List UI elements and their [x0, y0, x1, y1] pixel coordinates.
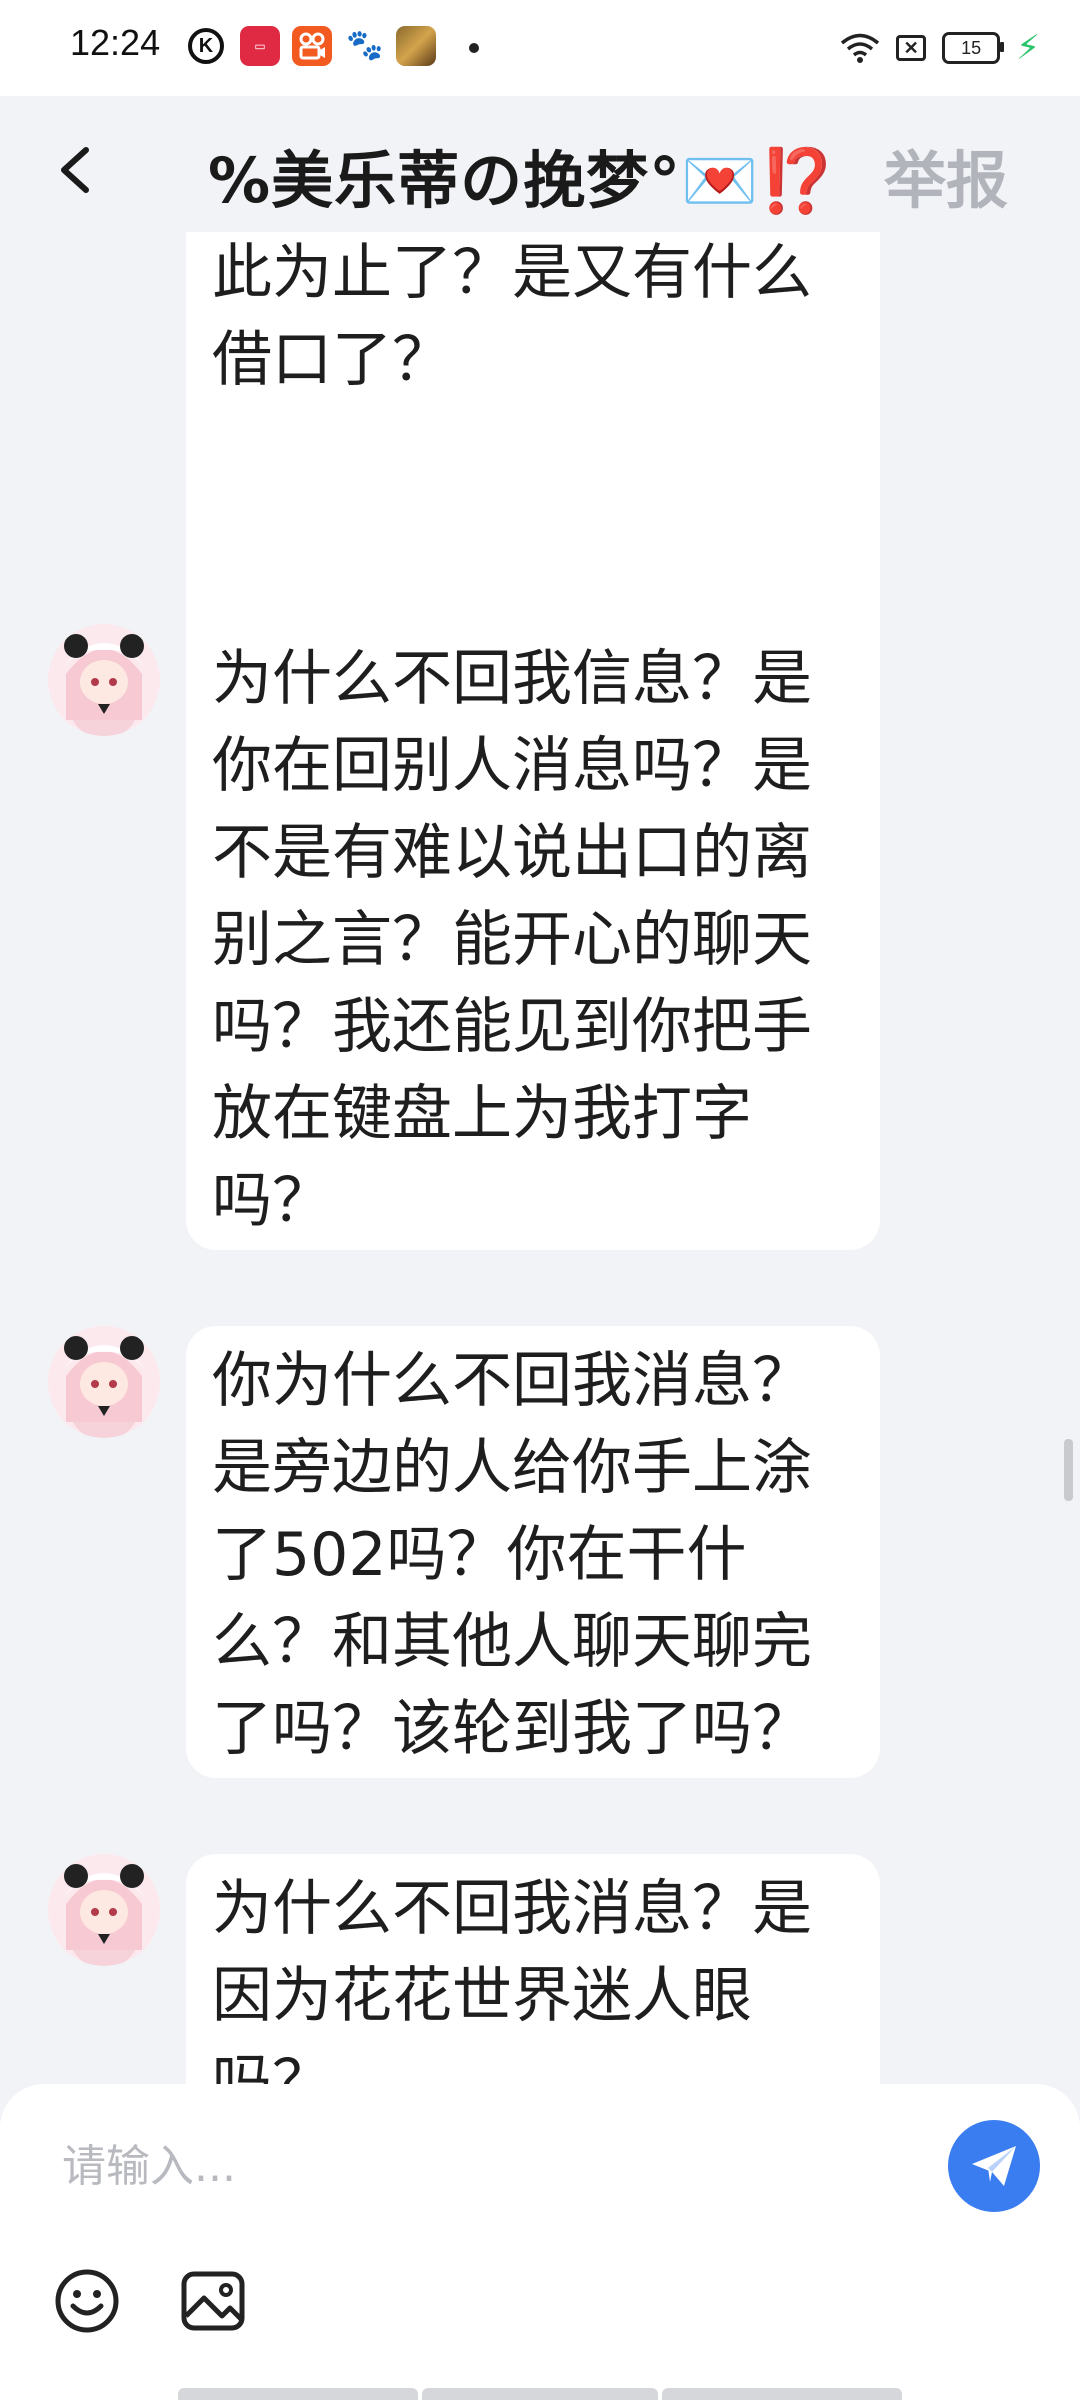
battery-icon: 15: [942, 32, 1005, 64]
message-input[interactable]: [62, 2136, 862, 2196]
chat-title: %美乐蒂の挽梦°💌⁉️: [208, 144, 838, 217]
sender-avatar[interactable]: [48, 624, 160, 736]
charging-icon: ⚡: [1016, 28, 1040, 68]
xiaohongshu-icon: ▭: [240, 26, 280, 66]
avatar-image: [48, 624, 160, 736]
kuaishou-icon: [292, 26, 332, 66]
sender-avatar[interactable]: [48, 1854, 160, 1966]
message-bubble[interactable]: 为什么不回我信息？是你在回别人消息吗？是不是有难以说出口的离别之言？能开心的聊天…: [186, 624, 880, 1250]
paper-plane-icon: [972, 2146, 1016, 2186]
chevron-left-icon: [61, 147, 89, 193]
baidu-paw-icon: 🐾: [345, 26, 385, 66]
sender-avatar[interactable]: [48, 1326, 160, 1438]
chat-header: %美乐蒂の挽梦°💌⁉️ 举报: [0, 96, 1080, 244]
avatar-image: [48, 1854, 160, 1966]
k-app-icon: K: [188, 28, 224, 64]
image-picker-button[interactable]: [178, 2266, 248, 2336]
status-time: 12:24: [70, 22, 161, 63]
composer-panel: [0, 2084, 1080, 2400]
message-bubble[interactable]: 你为什么不回我消息？是旁边的人给你手上涂了502吗？你在干什么？和其他人聊天聊完…: [186, 1326, 880, 1778]
status-bar: 12:24 K ▭ 🐾 ✕ 15 ⚡: [0, 0, 1080, 96]
nav-gesture-bar: [422, 2388, 658, 2400]
back-button[interactable]: [46, 132, 106, 208]
report-button[interactable]: 举报: [884, 130, 1008, 220]
emoji-button[interactable]: [52, 2266, 122, 2336]
status-indicators: ✕ 15 ⚡: [840, 26, 1040, 70]
nav-gesture-bar: [178, 2388, 418, 2400]
smiley-icon: [55, 2269, 119, 2333]
message-bubble[interactable]: 为什么不回我消息？是因为花花世界迷人眼吗？: [186, 1854, 880, 2084]
image-icon: [181, 2271, 245, 2331]
wifi-icon: [841, 33, 880, 63]
avatar-image: [48, 1326, 160, 1438]
no-sim-icon: ✕: [896, 35, 927, 61]
nav-gesture-bar: [662, 2388, 902, 2400]
more-notifications-dot: [469, 43, 479, 53]
battery-level: 15: [961, 37, 982, 58]
message-list[interactable]: 游戏太好玩了？是电视剧太好看了？是友谊到此为止了？是又有什么借口了？ 为什么不回…: [0, 232, 1080, 2084]
scrollbar-thumb[interactable]: [1064, 1439, 1073, 1501]
send-button[interactable]: [948, 2120, 1040, 2212]
game-app-icon: [396, 26, 436, 66]
